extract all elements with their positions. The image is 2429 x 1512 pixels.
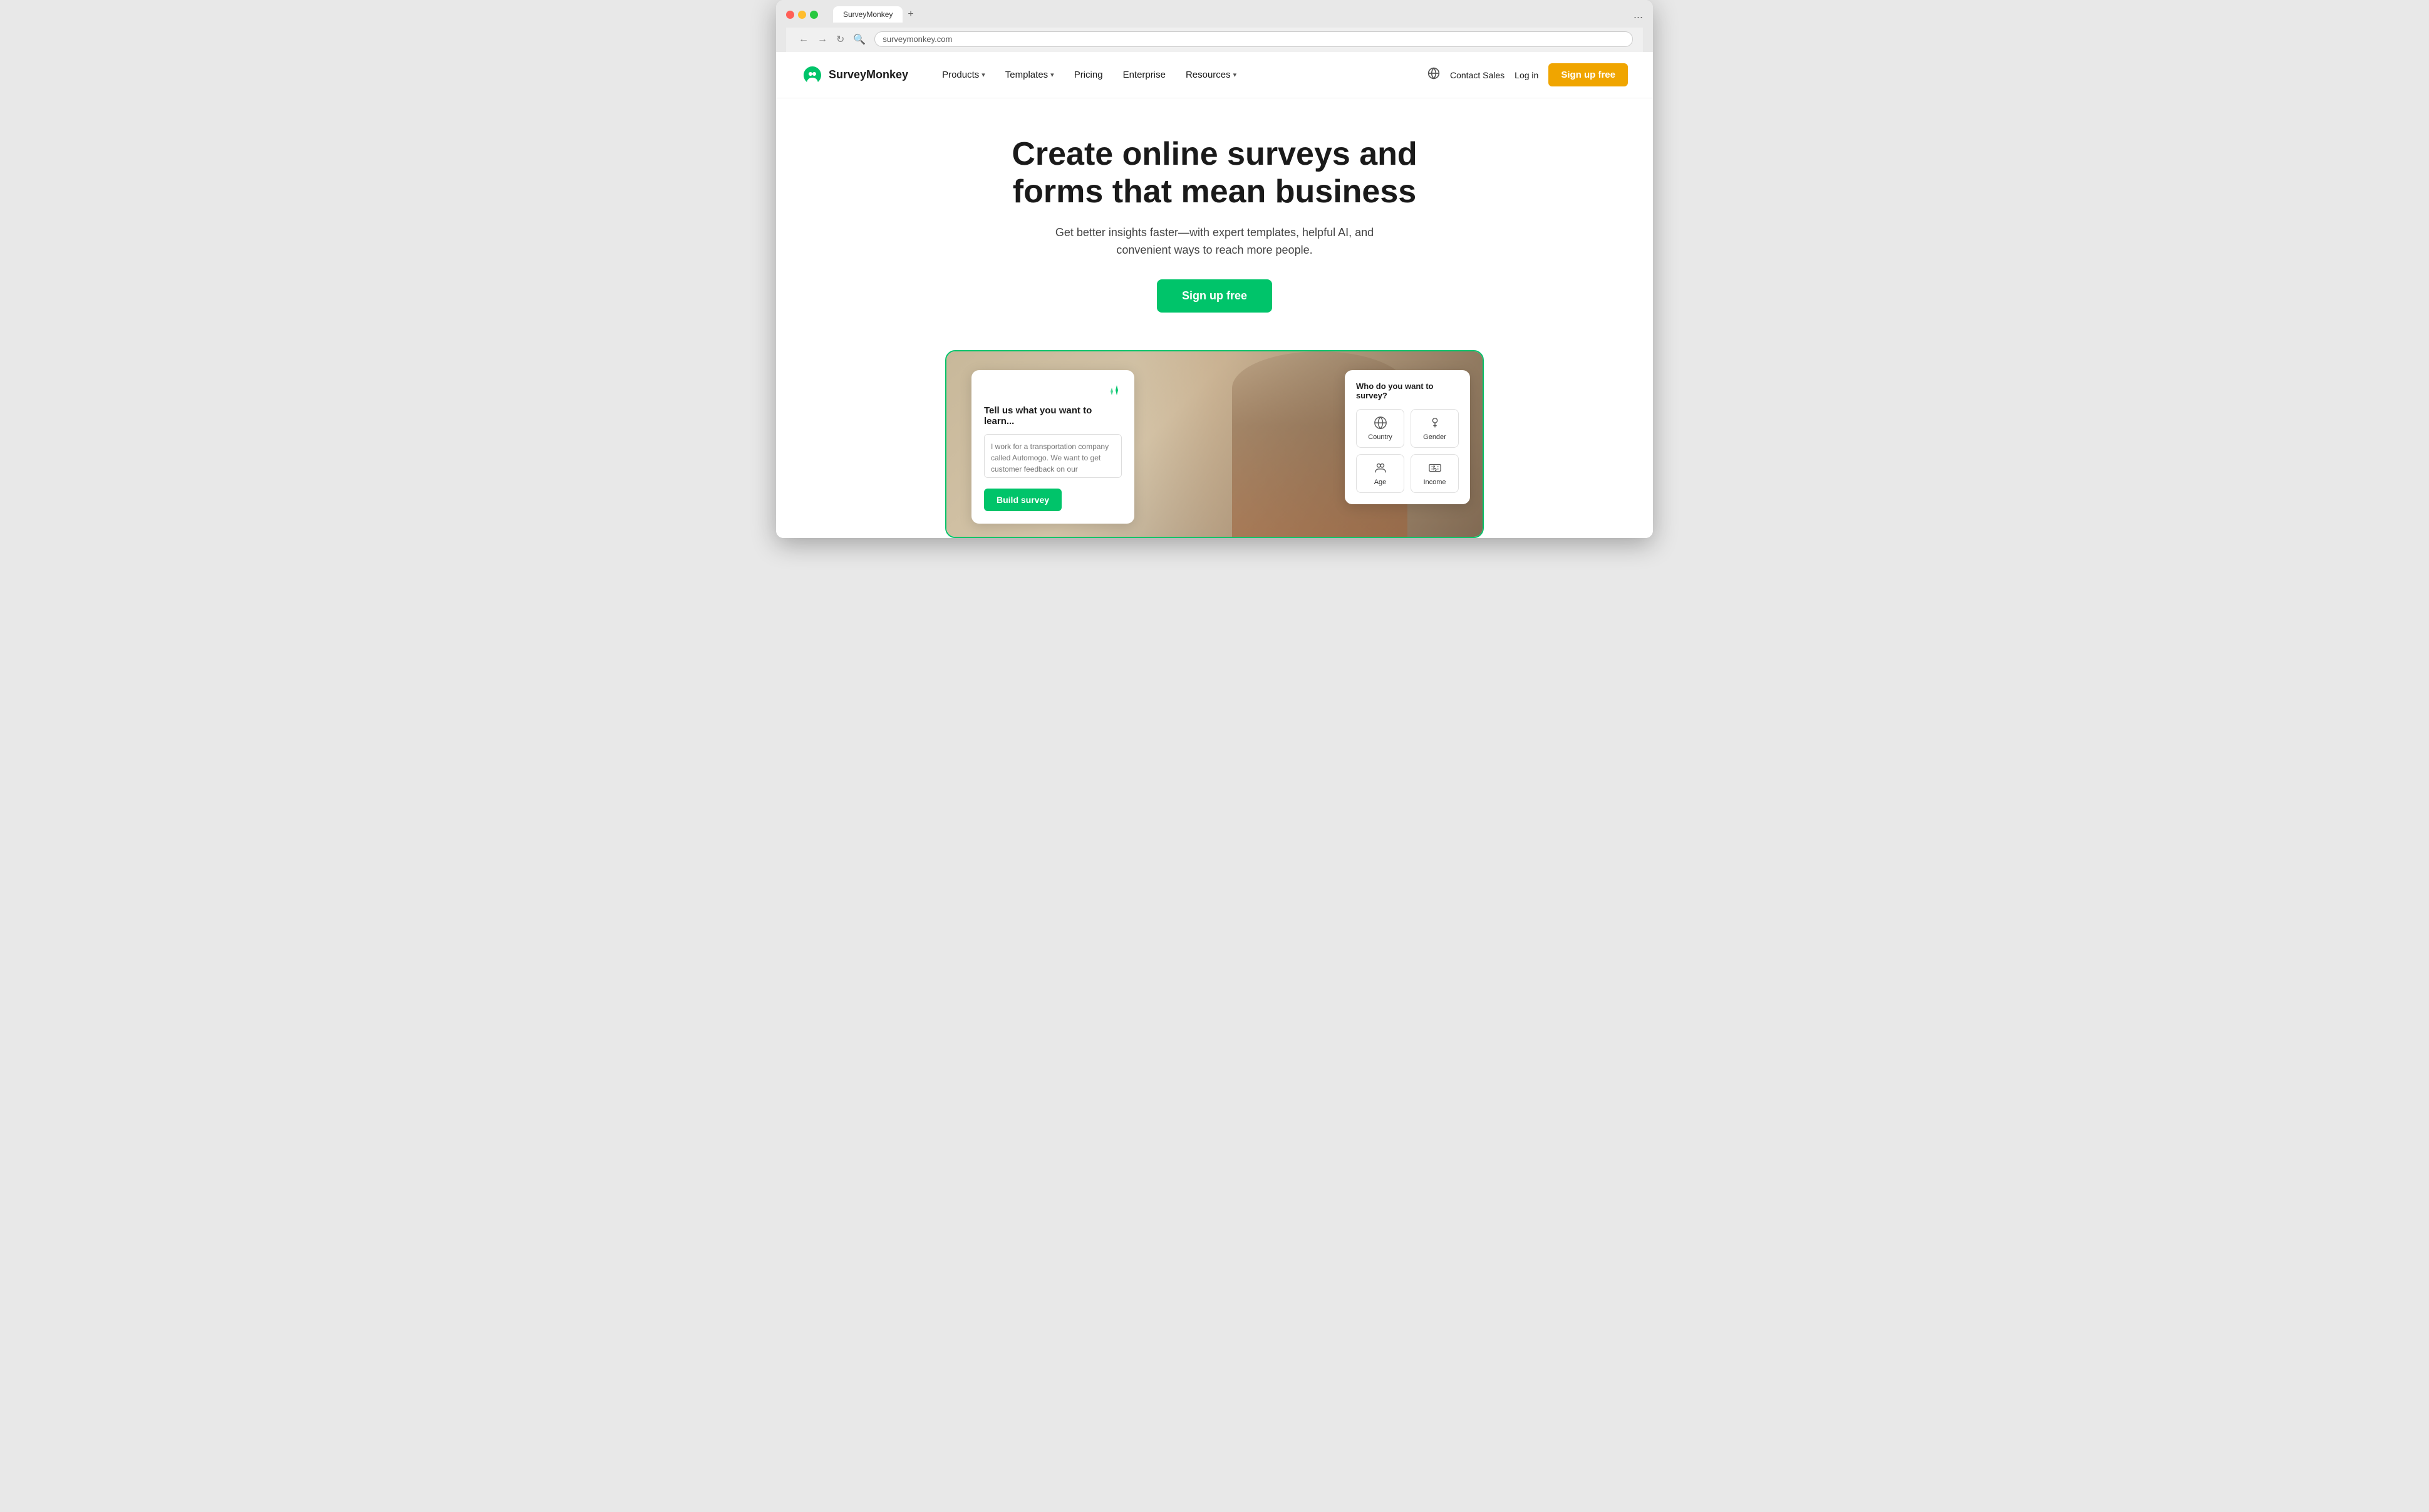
survey-card-title: Who do you want to survey? xyxy=(1356,381,1459,400)
pricing-label: Pricing xyxy=(1074,70,1103,80)
nav-signup-button[interactable]: Sign up free xyxy=(1548,63,1628,86)
browser-menu-button[interactable]: ... xyxy=(1634,8,1643,21)
browser-nav-buttons: ← → ↻ 🔍 xyxy=(796,32,868,47)
maximize-button[interactable] xyxy=(810,11,818,19)
country-icon xyxy=(1374,416,1387,430)
enterprise-label: Enterprise xyxy=(1123,70,1166,80)
gender-icon xyxy=(1428,416,1442,430)
hero-signup-button[interactable]: Sign up free xyxy=(1157,279,1272,313)
products-label: Products xyxy=(942,70,979,80)
browser-tab[interactable]: SurveyMonkey xyxy=(833,6,903,23)
resources-chevron-icon: ▾ xyxy=(1233,71,1237,79)
country-label: Country xyxy=(1368,433,1392,441)
new-tab-button[interactable]: + xyxy=(908,9,913,20)
nav-item-pricing[interactable]: Pricing xyxy=(1065,65,1112,85)
contact-sales-link[interactable]: Contact Sales xyxy=(1450,70,1505,80)
browser-window: SurveyMonkey + ... ← → ↻ 🔍 xyxy=(776,0,1653,538)
age-label: Age xyxy=(1374,479,1387,486)
who-to-survey-card: Who do you want to survey? Country xyxy=(1345,370,1470,504)
nav-right: Contact Sales Log in Sign up free xyxy=(1427,63,1628,86)
close-button[interactable] xyxy=(786,11,794,19)
gender-label: Gender xyxy=(1423,433,1446,441)
browser-tab-bar: SurveyMonkey + xyxy=(833,6,1629,23)
logo-text: SurveyMonkey xyxy=(829,68,908,81)
survey-option-income[interactable]: Income xyxy=(1411,454,1459,493)
nav-item-enterprise[interactable]: Enterprise xyxy=(1114,65,1174,85)
refresh-button[interactable]: ↻ xyxy=(834,32,847,47)
globe-icon-button[interactable] xyxy=(1427,67,1440,83)
logo-link[interactable]: SurveyMonkey xyxy=(801,64,908,86)
survey-option-country[interactable]: Country xyxy=(1356,409,1404,448)
address-bar-input[interactable] xyxy=(874,31,1633,47)
ai-build-survey-card: Tell us what you want to learn... Build … xyxy=(971,370,1134,524)
back-button[interactable]: ← xyxy=(796,33,811,46)
survey-option-age[interactable]: Age xyxy=(1356,454,1404,493)
search-nav-button[interactable]: 🔍 xyxy=(851,32,868,47)
survey-options-grid: Country Gender xyxy=(1356,409,1459,493)
nav-item-templates[interactable]: Templates ▾ xyxy=(997,65,1063,85)
globe-icon xyxy=(1427,67,1440,80)
traffic-lights xyxy=(786,11,818,19)
minimize-button[interactable] xyxy=(798,11,806,19)
income-icon xyxy=(1428,461,1442,475)
hero-subtitle: Get better insights faster—with expert t… xyxy=(1027,224,1402,260)
ai-sparkle-area xyxy=(984,383,1122,400)
demo-section: Tell us what you want to learn... Build … xyxy=(776,338,1653,538)
survey-option-gender[interactable]: Gender xyxy=(1411,409,1459,448)
nav-item-products[interactable]: Products ▾ xyxy=(933,65,994,85)
age-icon xyxy=(1374,461,1387,475)
templates-chevron-icon: ▾ xyxy=(1050,71,1054,79)
templates-label: Templates xyxy=(1005,70,1048,80)
logo-icon xyxy=(801,64,824,86)
sparkle-icon xyxy=(1104,383,1122,400)
resources-label: Resources xyxy=(1186,70,1231,80)
tab-title: SurveyMonkey xyxy=(843,10,893,19)
hero-title: Create online surveys and forms that mea… xyxy=(995,136,1434,211)
forward-button[interactable]: → xyxy=(815,33,830,46)
nav-items: Products ▾ Templates ▾ Pricing Enterpris… xyxy=(933,65,1427,85)
browser-controls: SurveyMonkey + ... xyxy=(786,6,1643,23)
main-navigation: SurveyMonkey Products ▾ Templates ▾ Pric… xyxy=(776,52,1653,98)
page-content: SurveyMonkey Products ▾ Templates ▾ Pric… xyxy=(776,52,1653,538)
build-survey-button[interactable]: Build survey xyxy=(984,489,1062,511)
hero-section: Create online surveys and forms that mea… xyxy=(776,98,1653,338)
ai-textarea-input[interactable] xyxy=(984,434,1122,478)
ai-card-title: Tell us what you want to learn... xyxy=(984,405,1122,427)
browser-titlebar: SurveyMonkey + ... ← → ↻ 🔍 xyxy=(776,0,1653,52)
demo-container: Tell us what you want to learn... Build … xyxy=(945,350,1484,538)
nav-item-resources[interactable]: Resources ▾ xyxy=(1177,65,1245,85)
income-label: Income xyxy=(1423,479,1446,486)
products-chevron-icon: ▾ xyxy=(981,71,985,79)
browser-address-bar: ← → ↻ 🔍 xyxy=(786,28,1643,52)
login-button[interactable]: Log in xyxy=(1515,70,1538,80)
